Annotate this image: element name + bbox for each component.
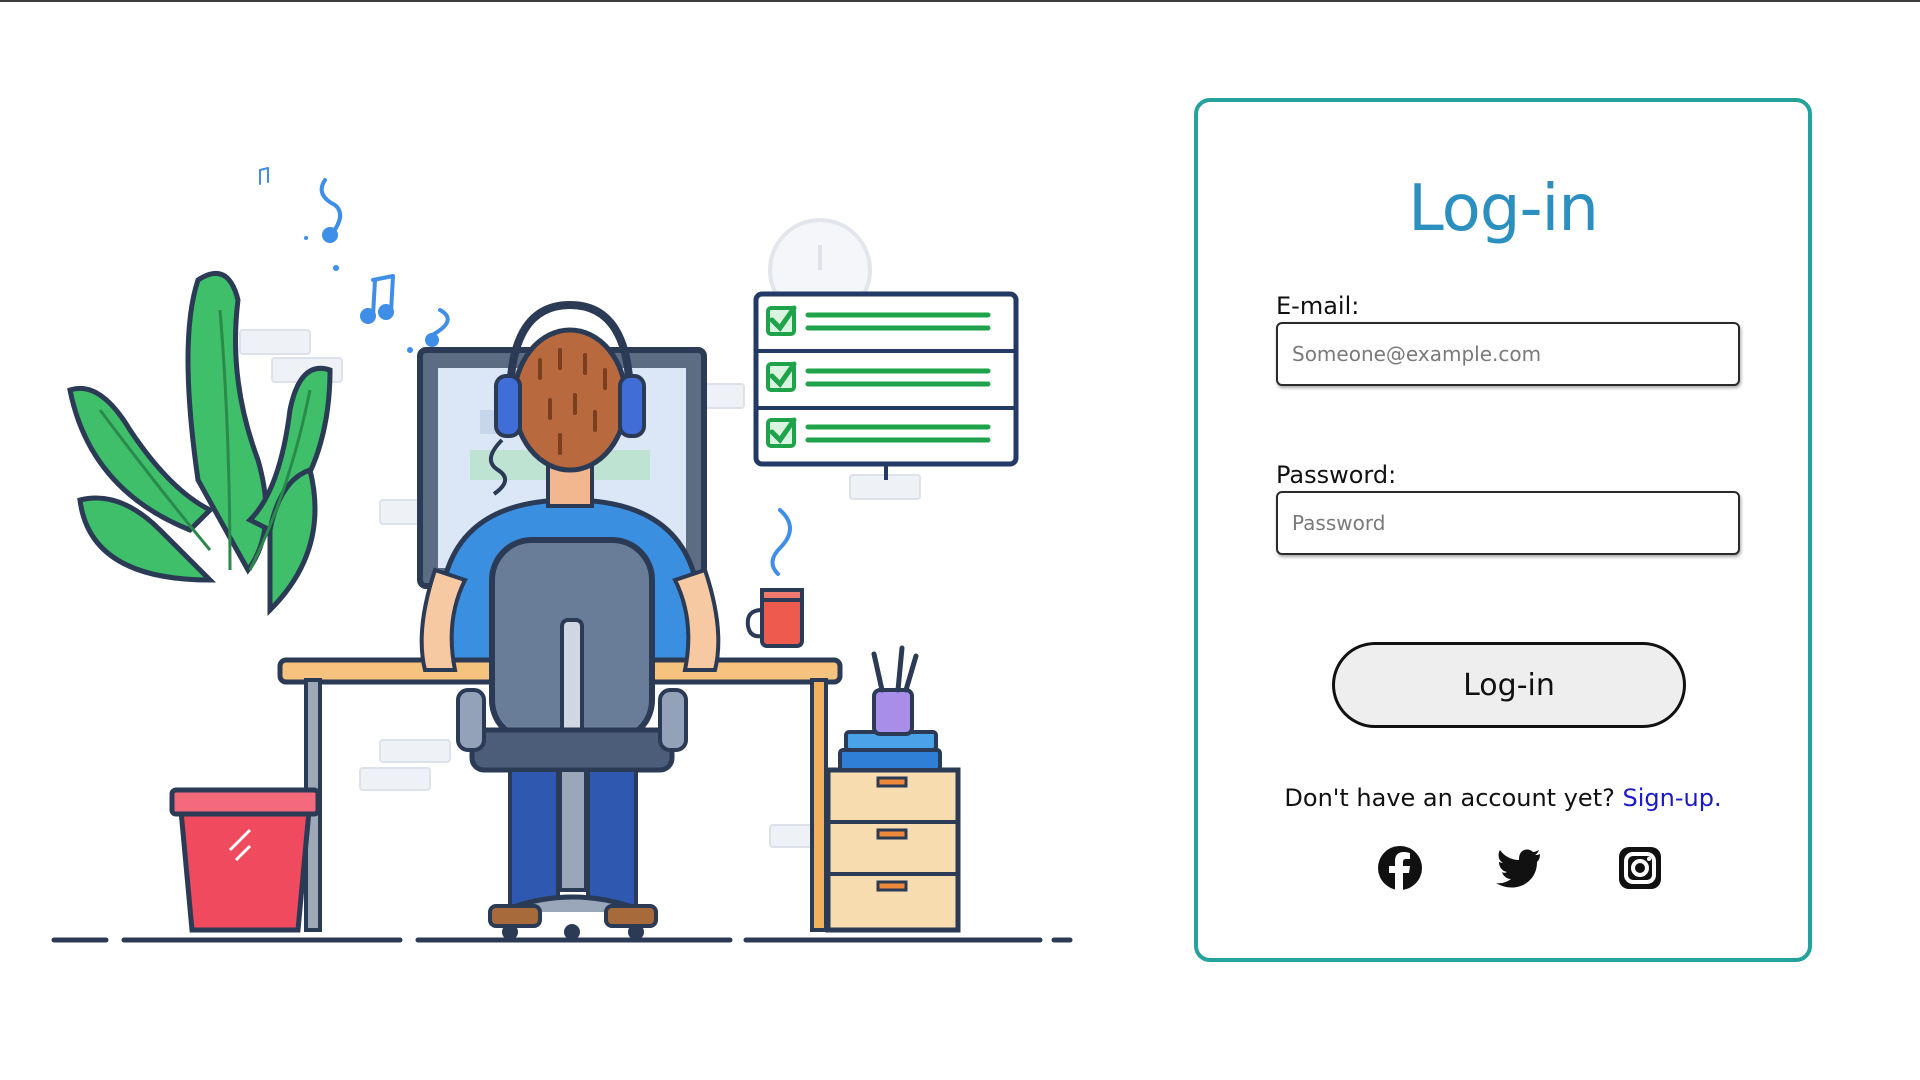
email-field[interactable]	[1276, 322, 1740, 386]
signup-row: Don't have an account yet? Sign-up.	[1198, 784, 1808, 812]
email-label: E-mail:	[1276, 292, 1360, 320]
password-field[interactable]	[1276, 491, 1740, 555]
login-card: Log-in E-mail: Password: Log-in Don't ha…	[1194, 98, 1812, 962]
signup-prompt: Don't have an account yet?	[1284, 784, 1615, 812]
facebook-icon[interactable]	[1376, 842, 1424, 894]
login-button[interactable]: Log-in	[1332, 642, 1686, 728]
password-label: Password:	[1276, 461, 1397, 489]
instagram-icon[interactable]	[1616, 842, 1664, 894]
top-border	[0, 0, 1920, 2]
developer-illustration	[51, 167, 1073, 943]
page-title: Log-in	[1408, 172, 1599, 246]
twitter-icon[interactable]	[1494, 842, 1542, 894]
signup-link[interactable]: Sign-up.	[1622, 784, 1721, 812]
